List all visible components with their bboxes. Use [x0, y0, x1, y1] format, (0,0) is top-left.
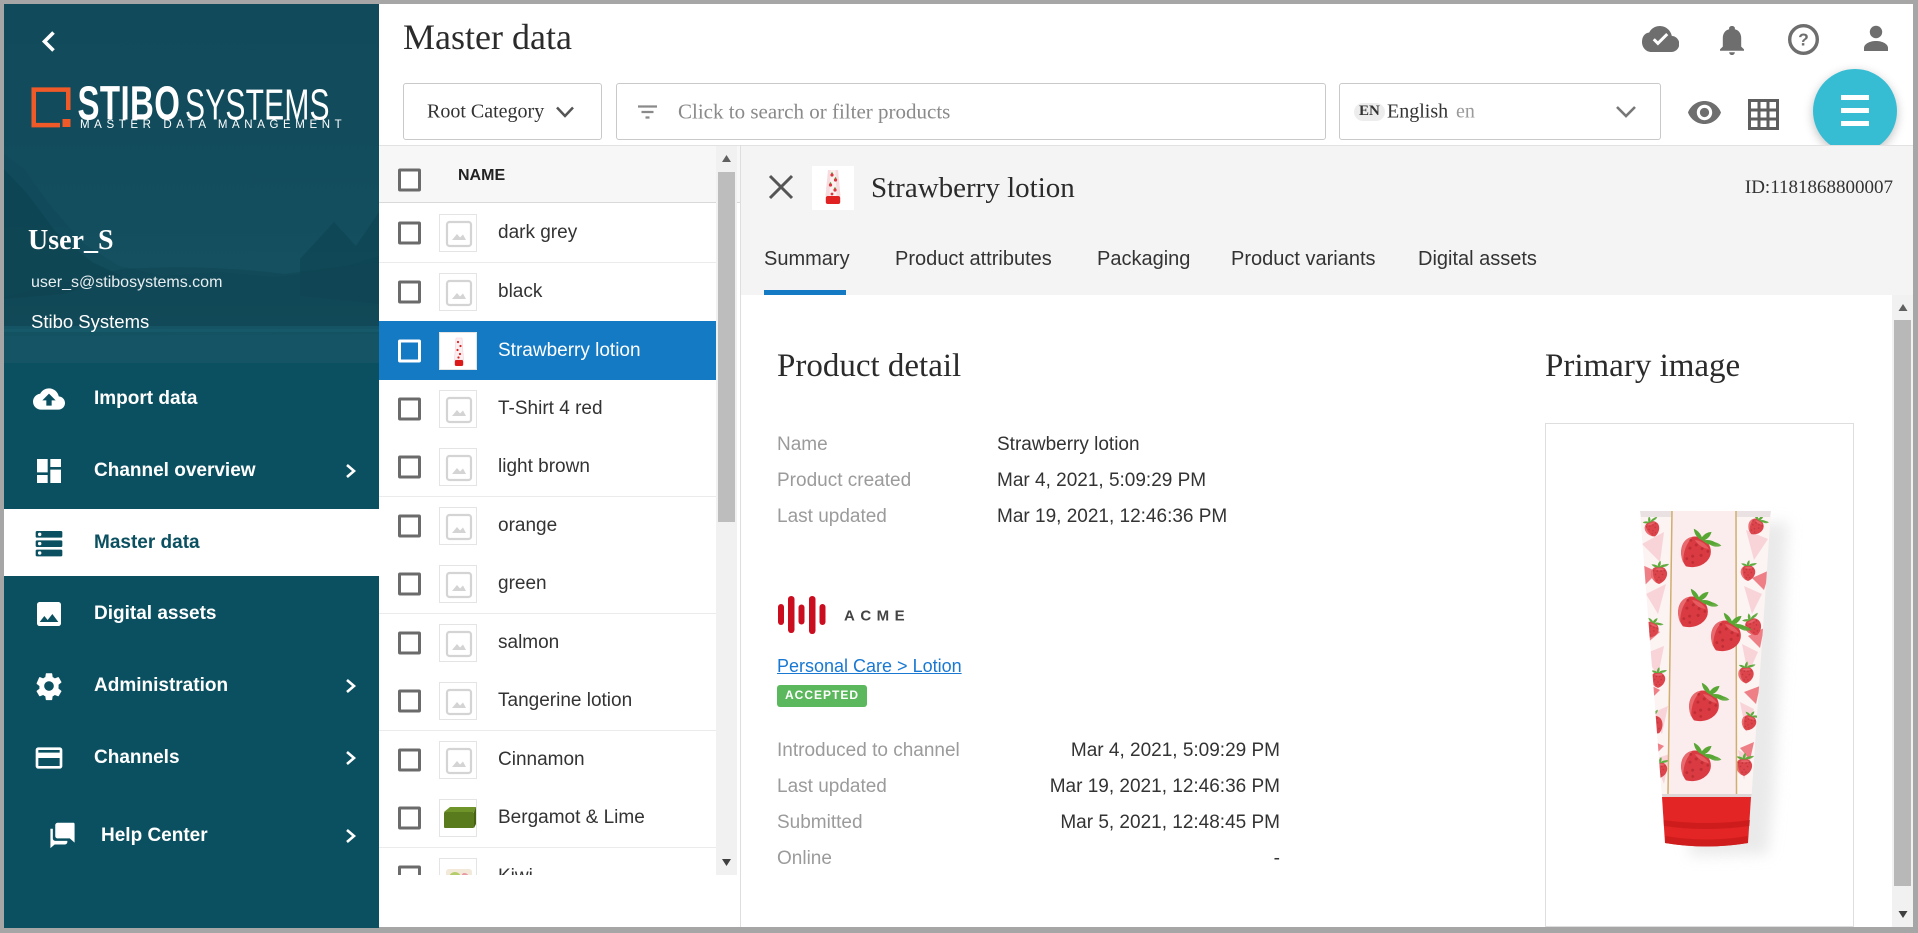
svg-text:ACME: ACME [844, 608, 910, 625]
svg-text:MASTER DATA MANAGEMENT: MASTER DATA MANAGEMENT [80, 119, 345, 131]
svg-text:?: ? [1798, 30, 1809, 50]
